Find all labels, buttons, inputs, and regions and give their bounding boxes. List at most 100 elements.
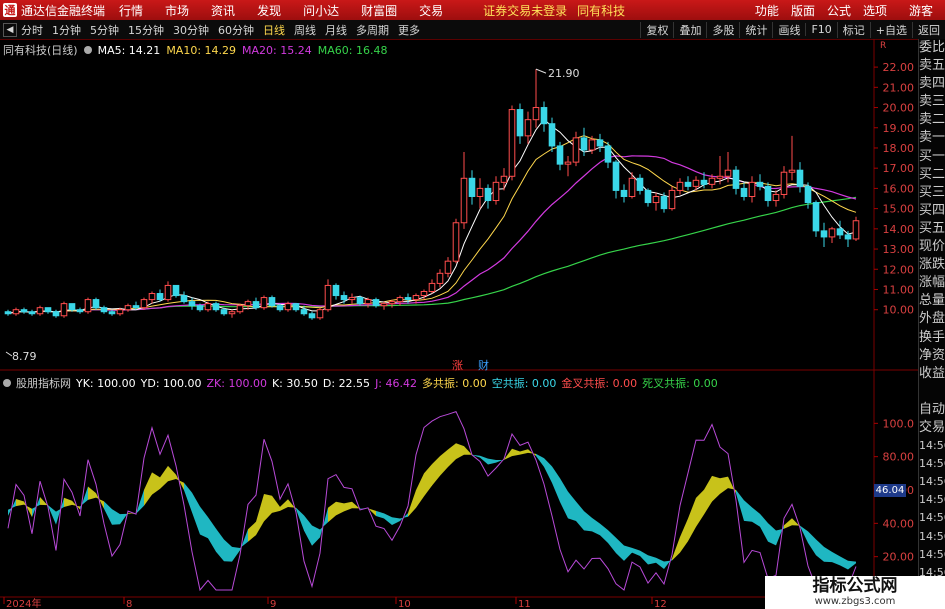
candle-body-33 [268,297,276,307]
side-label-4: 卖二 [919,112,945,128]
side-label-15: 外盘 [919,311,945,327]
candle-body-77 [620,189,628,197]
kd-band-40 [328,501,336,523]
kd-band-13 [112,509,120,525]
side-label-17: 净资 [919,347,945,363]
candle-body-22 [180,295,188,303]
kd-band-89 [720,476,728,494]
watermark-url: www.zbgs3.com [814,596,896,607]
side-label-9: 买四 [919,202,945,218]
watermark-main: 指标公式网 [812,576,898,596]
kd-band-56 [456,443,464,460]
candle-body-18 [148,293,156,301]
ma10-label: MA10: 14.29 [166,43,237,57]
candle-body-10 [84,299,92,313]
kd-band-30 [248,521,256,542]
settings-dot-icon[interactable] [83,46,92,54]
kd-band-54 [440,449,448,476]
kd-band-31 [256,493,264,536]
chart-canvas[interactable]: 22.00 21.00 20.00 19.00 18.00 17.00 16.00 15.00… [0,0,945,609]
price-tick-label-1: 21.00 [883,81,915,94]
candle-body-74 [596,139,604,147]
high-pointer [535,68,547,74]
candle-body-60 [484,187,492,202]
side-label-16: 换手 [919,329,945,345]
zk-label: ZK: 100.00 [206,376,267,390]
kd-band-33 [272,495,280,513]
side-label-6: 买一 [919,148,945,164]
candle-body-45 [364,299,372,305]
candle-body-36 [292,303,300,311]
candle-body-21 [172,284,180,297]
kd-band-103 [832,551,840,566]
kd-band-76 [616,537,624,561]
candle-body-53 [428,282,436,293]
candle-body-96 [772,193,780,202]
candle-body-97 [780,171,788,195]
candle-body-103 [828,228,836,238]
candle-body-13 [108,311,116,315]
price-tick-label-5: 17.00 [883,162,915,175]
kd-band-69 [560,478,568,519]
candle-body-90 [724,169,732,177]
kd-band-46 [376,510,384,519]
kd-band-53 [432,456,440,486]
ma60-line [7,196,857,315]
candle-body-79 [636,177,644,191]
kd-band-7 [64,497,72,508]
kd-band-80 [648,555,656,565]
candle-body-32 [260,297,268,309]
candle-body-30 [244,301,252,307]
candle-body-95 [764,185,772,202]
date-label-2: 9 [270,599,276,609]
candle-body-56 [452,222,460,262]
high-price-label: 21.90 [548,67,580,80]
kd-band-71 [576,501,584,531]
side-label-27: 14:56 [919,529,945,543]
ma20-label: MA20: 15.24 [242,43,312,57]
side-label-8: 买三 [919,184,945,200]
kd-band-12 [104,501,112,525]
watermark: 指标公式网 www.zbgs3.com [765,576,945,609]
ma60-label: MA60: 16.48 [317,43,388,57]
side-label-0: 委比 [919,40,945,55]
candle-body-35 [284,303,292,311]
candle-body-93 [748,181,756,197]
candle-body-42 [340,295,348,301]
kd-band-68 [552,466,560,503]
candle-body-40 [324,284,332,311]
main-legend: 同有科技(日线) MA5: 14.21 MA10: 14.29 MA20: 15… [3,42,393,58]
candle-body-27 [220,309,228,315]
kd-band-27 [224,539,232,562]
indicator-name: 股朋指标网 [16,377,71,390]
side-label-11: 现价 [919,239,945,255]
ind-tick-label-3: 40.00 [883,517,915,530]
candle-body-58 [468,177,476,197]
candle-body-69 [556,145,564,165]
candle-body-41 [332,284,340,297]
date-label-5: 12 [654,599,667,609]
side-label-22: 14:56 [919,439,945,453]
kd-band-88 [712,475,720,502]
jincha-gongzhen-label: 金叉共振: 0.00 [561,377,638,390]
side-label-7: 买二 [919,166,945,182]
candle-body-78 [628,177,636,197]
kd-band-10 [88,486,96,500]
candle-body-88 [708,177,716,185]
kd-band-93 [752,507,760,527]
ind-tick-label-1: 80.00 [883,451,915,464]
side-label-28: 14:56 [919,547,945,561]
side-label-18: 收益 [919,365,945,381]
candle-body-51 [412,295,420,301]
price-tick-label-12: 10.00 [883,304,915,317]
candle-body-14 [116,309,124,315]
candle-body-44 [356,297,364,305]
price-tick-label-4: 18.00 [883,142,915,155]
kd-band-101 [816,539,824,562]
candle-body-29 [236,305,244,313]
price-tick-label-8: 14.00 [883,223,915,236]
indicator-settings-icon[interactable] [3,379,11,387]
candle-body-67 [540,107,548,125]
candle-body-84 [676,181,684,191]
candle-body-2 [20,309,28,313]
